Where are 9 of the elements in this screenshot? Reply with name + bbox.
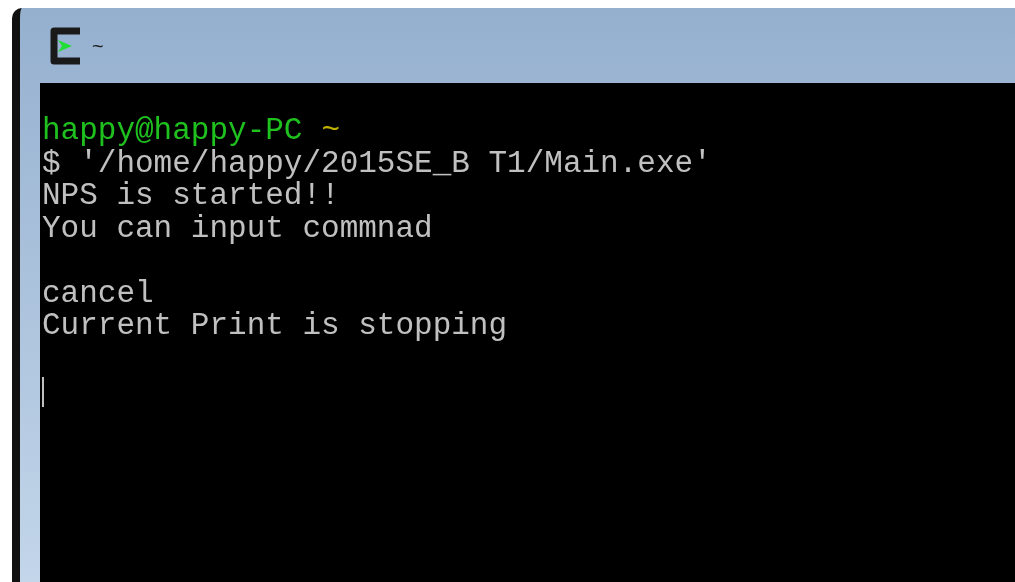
window-title: ~ (92, 33, 104, 59)
terminal-line: cancel (42, 277, 154, 310)
text-cursor (42, 377, 44, 407)
terminal-line: Current Print is stopping (42, 310, 508, 343)
terminal-line: You can input commnad (42, 212, 433, 245)
terminal-line: NPS is started!! (42, 180, 340, 213)
terminal-line: $ '/home/happy/2015SE_B T1/Main.exe' (42, 147, 712, 180)
prompt-user-host: happy@happy-PC (42, 115, 303, 148)
prompt-path: ~ (321, 115, 341, 148)
